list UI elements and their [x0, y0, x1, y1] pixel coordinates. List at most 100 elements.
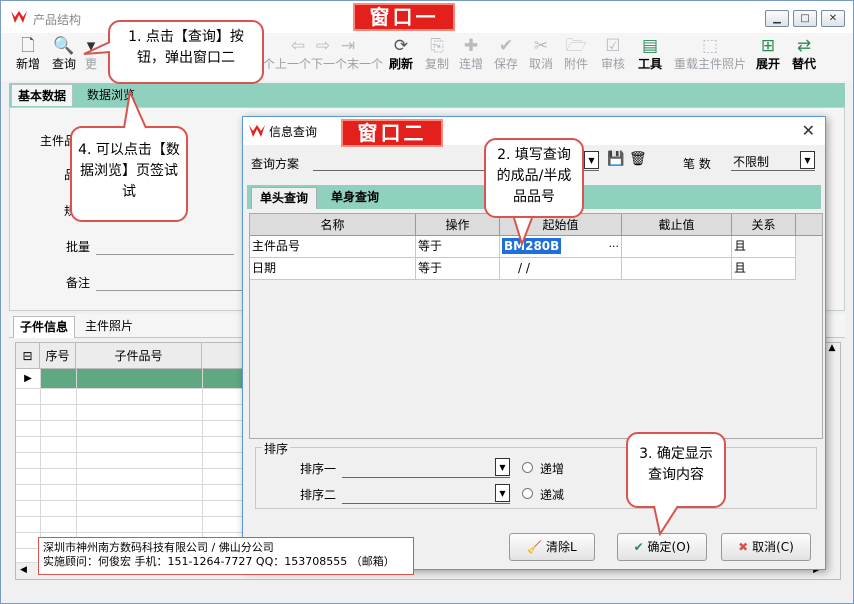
remark-label: 备注 [66, 276, 91, 290]
row1-relation[interactable]: 且 [732, 236, 796, 258]
tools-icon: ▤ [641, 36, 659, 56]
cancel-label: 取消 [528, 57, 553, 71]
window-title: 产品结构 [33, 13, 82, 27]
dialog-close-icon[interactable]: ✕ [802, 121, 815, 140]
row2-name: 日期 [250, 258, 416, 280]
tab-basic-data[interactable]: 基本数据 [11, 84, 74, 106]
query-grid: 名称 操作 起始值 截止值 关系 主件品号 等于 BM280B ··· 且 日期… [249, 213, 823, 439]
close-window-button[interactable]: ✕ [821, 10, 845, 27]
save-button[interactable]: ✔ 保存 [491, 35, 521, 71]
ok-button[interactable]: ✔ 确定(O) [617, 533, 707, 561]
clear-label: 清除L [546, 540, 577, 554]
replace-icon: ⇄ [796, 36, 812, 56]
maximize-button[interactable]: □ [793, 10, 817, 27]
continuous-add-label: 连增 [458, 57, 483, 71]
expand-label: 展开 [755, 57, 780, 71]
row2-end[interactable] [622, 258, 732, 280]
tab-body-query[interactable]: 单身查询 [323, 187, 387, 209]
tab-sub-item-info[interactable]: 子件信息 [13, 316, 76, 338]
search-button[interactable]: 🔍 查询 [49, 35, 79, 71]
record-nav[interactable]: ⇦ ⇨ ⇥ 个上一个下一个末一个 [263, 35, 383, 71]
sort2-select[interactable]: ▼ [342, 484, 510, 504]
broom-icon: 🧹 [527, 540, 543, 554]
audit-icon: ☑ [605, 36, 621, 56]
sort-asc-radio[interactable] [522, 462, 533, 473]
row1-op[interactable]: 等于 [416, 236, 500, 258]
callout-2-pointer [513, 217, 533, 246]
reload-photo-icon: ⬚ [701, 36, 719, 56]
cancel-dialog-button[interactable]: ✖ 取消(C) [721, 533, 811, 561]
delete-scheme-icon[interactable]: 🗑 [629, 151, 647, 167]
window2-label: 窗口二 [341, 119, 443, 147]
sort-desc-radio[interactable] [522, 488, 533, 499]
new-doc-icon: 🗋 [21, 36, 35, 56]
row2-op[interactable]: 等于 [416, 258, 500, 280]
col-header-end: 截止值 [622, 214, 732, 236]
tab-main-photo[interactable]: 主件照片 [79, 316, 139, 338]
replace-button[interactable]: ⇄ 替代 [789, 35, 819, 71]
tools-button[interactable]: ▤ 工具 [635, 35, 665, 71]
search-icon: 🔍 [53, 36, 75, 56]
row-pointer-icon: ▶ [16, 369, 40, 388]
sort-asc-label: 递增 [540, 462, 565, 476]
refresh-button[interactable]: ⟳ 刷新 [386, 35, 416, 71]
row1-end[interactable] [622, 236, 732, 258]
app-logo-icon [11, 11, 27, 23]
new-button[interactable]: 🗋 新增 [13, 35, 43, 71]
replace-label: 替代 [791, 57, 816, 71]
row1-name: 主件品号 [250, 236, 416, 258]
audit-button[interactable]: ☑ 审核 [598, 35, 628, 71]
remark-input[interactable] [96, 290, 244, 291]
nav-arrows-icon: ⇦ ⇨ ⇥ [290, 36, 356, 56]
tab-header-query[interactable]: 单头查询 [251, 187, 318, 209]
count-value: 不限制 [733, 155, 770, 169]
batch-input[interactable] [96, 254, 234, 255]
attachment-label: 附件 [563, 57, 588, 71]
chevron-down-icon[interactable]: ▼ [584, 151, 599, 169]
attachment-icon: 🗁 [565, 36, 587, 56]
scroll-up-icon[interactable]: ▲ [824, 343, 840, 353]
check-icon: ✔ [633, 540, 644, 554]
reload-photo-button[interactable]: ⬚ 重载主件照片 [669, 35, 751, 71]
new-label: 新增 [15, 57, 40, 71]
row2-start[interactable]: / / [500, 258, 622, 280]
callout-1: 1. 点击【查询】按钮，弹出窗口二 [108, 20, 264, 84]
chevron-down-icon[interactable]: ▼ [495, 484, 510, 502]
nav-label: 个上一个下一个末一个 [263, 57, 384, 71]
callout-3-pointer [653, 505, 679, 536]
refresh-icon: ⟳ [393, 36, 409, 56]
col-header-relation: 关系 [732, 214, 796, 236]
clear-button[interactable]: 🧹 清除L [509, 533, 595, 561]
audit-label: 审核 [600, 57, 625, 71]
window1-label: 窗口一 [353, 3, 455, 31]
grid-settings-icon[interactable]: ⊟ [16, 343, 40, 369]
refresh-label: 刷新 [388, 57, 413, 71]
expand-button[interactable]: ⊞ 展开 [753, 35, 783, 71]
continuous-add-icon: ✚ [463, 36, 479, 56]
ellipsis-picker-icon[interactable]: ··· [609, 236, 620, 257]
scroll-left-icon[interactable]: ◀ [20, 565, 27, 575]
save-icon: ✔ [498, 36, 514, 56]
chevron-down-icon[interactable]: ▼ [495, 458, 510, 476]
window-controls: ▁ □ ✕ [765, 10, 845, 27]
chevron-down-icon[interactable]: ▼ [800, 151, 815, 169]
cancel-button[interactable]: ✂ 取消 [526, 35, 556, 71]
callout-1-pointer [83, 41, 111, 55]
copy-button[interactable]: ⎘ 复制 [422, 35, 452, 71]
cancel-dialog-label: 取消(C) [752, 540, 794, 554]
expand-icon: ⊞ [760, 36, 776, 56]
save-scheme-icon[interactable]: 💾 [607, 151, 624, 167]
dialog-title: 信息查询 [269, 125, 318, 139]
callout-4-pointer [123, 90, 147, 129]
minimize-button[interactable]: ▁ [765, 10, 789, 27]
continuous-add-button[interactable]: ✚ 连增 [456, 35, 486, 71]
tools-label: 工具 [637, 57, 662, 71]
row2-relation[interactable]: 且 [732, 258, 796, 280]
attachment-button[interactable]: 🗁 附件 [561, 35, 591, 71]
cancel-icon: ✂ [533, 36, 549, 56]
sort1-select[interactable]: ▼ [342, 458, 510, 478]
search-label: 查询 [51, 57, 76, 71]
count-select[interactable]: 不限制 ▼ [731, 151, 815, 171]
col-header-name: 名称 [250, 214, 416, 236]
sort1-label: 排序一 [300, 462, 337, 476]
